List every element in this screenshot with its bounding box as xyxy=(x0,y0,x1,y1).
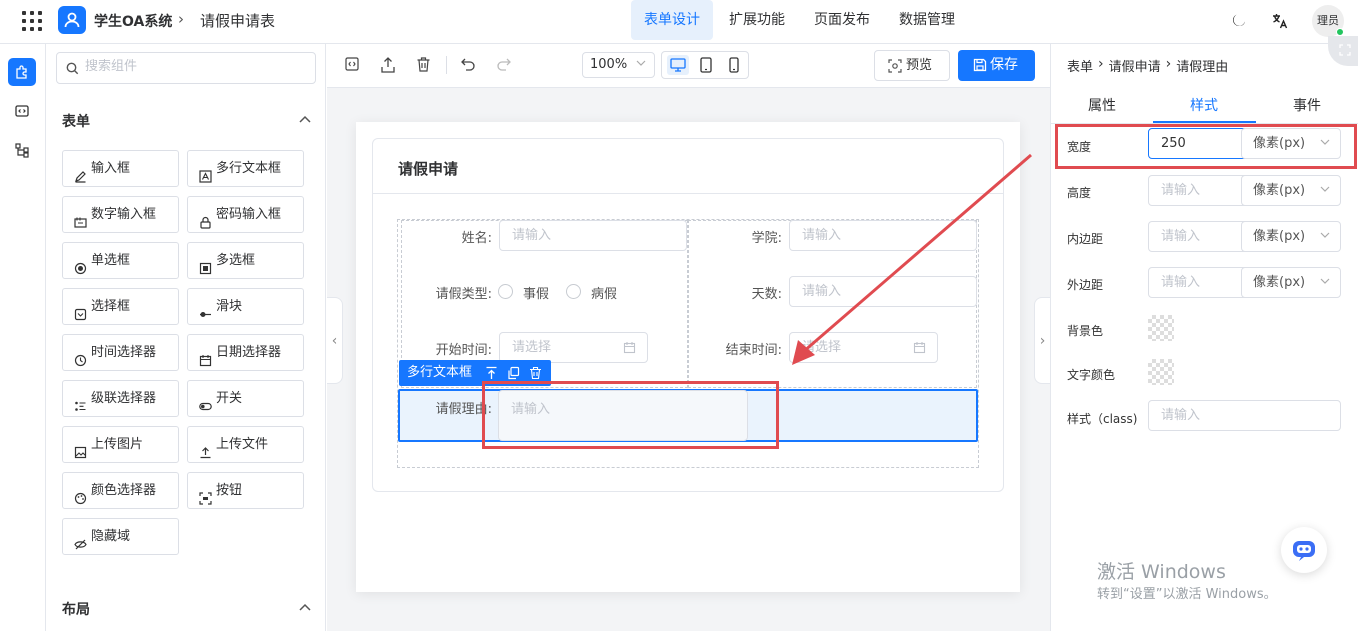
annotation-arrow xyxy=(792,153,1032,365)
